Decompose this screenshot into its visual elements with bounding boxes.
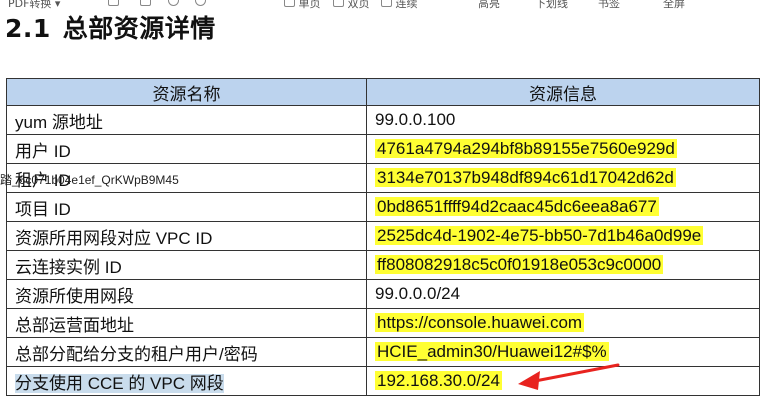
single-page-label: 单页 [298, 0, 321, 10]
double-page-label: 双页 [347, 0, 370, 10]
resource-value-cell: 3134e70137b948df894c61d17042d62d [366, 163, 760, 193]
section-number: 2.1 [5, 14, 51, 43]
resource-value-cell: 99.0.0.100 [366, 105, 760, 135]
resource-name-cell: 分支使用 CCE 的 VPC 网段 [6, 366, 367, 396]
resource-value-cell: ff808082918c5c0f01918e053c9c0000 [366, 250, 760, 280]
undo-icon[interactable] [168, 0, 179, 9]
fullscreen-label: 全屏 [663, 0, 685, 10]
save-icon[interactable] [108, 0, 119, 9]
table-header-row: 资源名称 资源信息 [6, 78, 760, 106]
selected-text: 分支使用 CCE 的 VPC 网段 [15, 373, 224, 393]
resource-value-cell: 99.0.0.0/24 [366, 279, 760, 309]
section-title: 总部资源详情 [62, 14, 216, 43]
table-row: 总部运营面地址 https://console.huawei.com [6, 308, 760, 338]
highlighted-value: 3134e70137b948df894c61d17042d62d [375, 168, 676, 187]
header-resource-name: 资源名称 [6, 78, 367, 106]
highlighted-value: 0bd8651ffff94d2caac45dc6eea8a677 [375, 197, 659, 216]
resource-name-cell: yum 源地址 [6, 105, 367, 135]
resource-value: 99.0.0.0/24 [375, 284, 461, 303]
bookmark-label: 书签 [598, 0, 620, 10]
resource-value-cell: 4761a4794a294bf8b89155e7560e929d [366, 134, 760, 164]
continuous-icon [381, 0, 392, 7]
redo-icon[interactable] [195, 0, 206, 9]
table-row: 资源所使用网段 99.0.0.0/24 [6, 279, 760, 309]
resource-value: 99.0.0.100 [375, 110, 456, 129]
table-row: 项目 ID 0bd8651ffff94d2caac45dc6eea8a677 [6, 192, 760, 222]
highlighted-value: 2525dc4d-1902-4e75-bb50-7d1b46a0d99e [375, 226, 704, 245]
highlighted-value: https://console.huawei.com [375, 313, 585, 332]
table-row: 云连接实例 ID ff808082918c5c0f01918e053c9c000… [6, 250, 760, 280]
resource-name-cell: 总部运营面地址 [6, 308, 367, 338]
resource-table: 资源名称 资源信息 yum 源地址 99.0.0.100 用户 ID 4761a… [6, 78, 760, 396]
resource-value-cell: https://console.huawei.com [366, 308, 760, 338]
continuous-label: 连续 [395, 0, 418, 10]
highlight-button[interactable]: 高亮 [478, 0, 500, 10]
resource-name-cell: 资源所使用网段 [6, 279, 367, 309]
resource-name-cell: 项目 ID [6, 192, 367, 222]
resource-value-cell: 0bd8651ffff94d2caac45dc6eea8a677 [366, 192, 760, 222]
header-resource-info: 资源信息 [366, 78, 760, 106]
section-heading: 2.1 总部资源详情 [5, 9, 216, 45]
resource-value-cell: 192.168.30.0/24 [366, 366, 760, 396]
highlighted-value: 192.168.30.0/24 [375, 371, 502, 390]
highlighted-value: 4761a4794a294bf8b89155e7560e929d [375, 139, 677, 158]
table-row: yum 源地址 99.0.0.100 [6, 105, 760, 135]
print-icon[interactable] [140, 0, 151, 9]
highlighted-value: ff808082918c5c0f01918e053c9c0000 [375, 255, 664, 274]
table-row: 用户 ID 4761a4794a294bf8b89155e7560e929d [6, 134, 760, 164]
table-row: 资源所用网段对应 VPC ID 2525dc4d-1902-4e75-bb50-… [6, 221, 760, 251]
bookmark-button[interactable]: 书签 [598, 0, 620, 10]
table-row: 总部分配给分支的租户用户/密码 HCIE_admin30/Huawei12#$% [6, 337, 760, 367]
resource-value-cell: HCIE_admin30/Huawei12#$% [366, 337, 760, 367]
double-page-button[interactable]: 双页 [333, 0, 370, 10]
resource-name-cell: 总部分配给分支的租户用户/密码 [6, 337, 367, 367]
single-page-button[interactable]: 单页 [284, 0, 321, 10]
resource-value-cell: 2525dc4d-1902-4e75-bb50-7d1b46a0d99e [366, 221, 760, 251]
continuous-button[interactable]: 连续 [381, 0, 418, 10]
double-page-icon [333, 0, 344, 7]
resource-name-cell: 资源所用网段对应 VPC ID [6, 221, 367, 251]
highlight-label: 高亮 [478, 0, 500, 10]
resource-name-cell: 用户 ID [6, 134, 367, 164]
fullscreen-button[interactable]: 全屏 [663, 0, 685, 10]
table-row: 分支使用 CCE 的 VPC 网段 192.168.30.0/24 [6, 366, 760, 396]
single-page-icon [284, 0, 295, 7]
watermark-id-text: 踏_6c071b04e1ef_QrKWpB9M45 [0, 173, 179, 187]
highlighted-value: HCIE_admin30/Huawei12#$% [375, 342, 609, 361]
underline-button[interactable]: 下划线 [535, 0, 568, 10]
underline-label: 下划线 [535, 0, 568, 10]
resource-name-cell: 云连接实例 ID [6, 250, 367, 280]
